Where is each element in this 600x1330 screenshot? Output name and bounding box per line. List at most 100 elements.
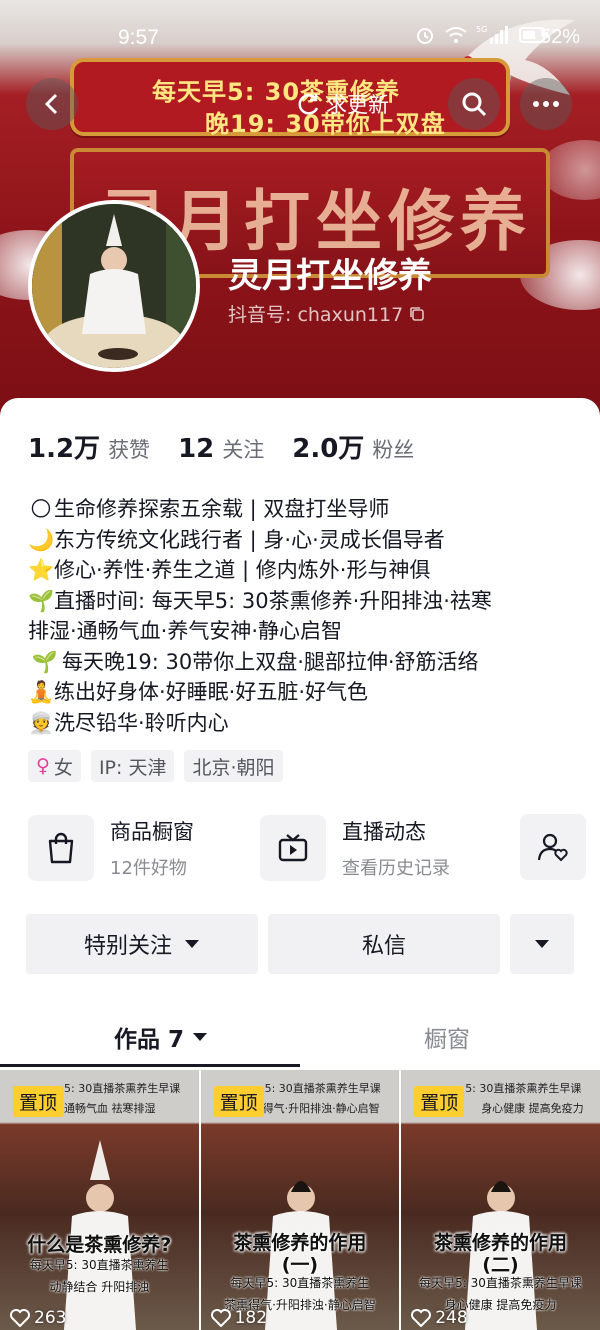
- stat-value: 1.2万: [28, 434, 101, 464]
- chevron-left-icon: [44, 93, 58, 115]
- video-title-part: (二): [482, 1254, 519, 1276]
- video-subtitle: 动静结合 升阳排浊: [49, 1280, 150, 1294]
- video-thumbnail[interactable]: 5: 30直播茶熏养生早课 通畅气血 祛寒排湿 置顶 什么是茶熏修养? 每天早5…: [0, 1070, 199, 1330]
- video-subtitle: 每天早5: 30直播茶熏养生早课: [419, 1276, 582, 1290]
- display-name: 灵月打坐修养: [228, 256, 432, 296]
- stat-value: 12: [178, 434, 215, 464]
- special-follow-label: 特别关注: [83, 934, 172, 959]
- bio-line: 🌕生命修养探索五余载 | 双盘打坐导师: [28, 494, 588, 525]
- search-button[interactable]: [448, 78, 500, 130]
- gender-tag: ♀ 女: [28, 750, 81, 782]
- crescent-moon-icon: 🌙: [28, 527, 55, 552]
- pinned-badge: 置顶: [414, 1086, 465, 1117]
- signal-icon: [490, 26, 509, 44]
- bio-line: 排湿·通畅气血·养气安神·静心启智: [28, 616, 588, 647]
- tv-icon: [260, 815, 326, 881]
- location-tag: 北京·朝阳: [184, 750, 283, 782]
- tab-works-label: 作品 7: [114, 1027, 185, 1053]
- battery-percent: 52%: [540, 26, 581, 48]
- wifi-icon: [445, 27, 467, 43]
- video-title: 什么是茶熏修养?: [27, 1234, 172, 1256]
- copy-icon[interactable]: [409, 306, 425, 322]
- status-bar: 9:57 5G 52%: [0, 0, 600, 70]
- bio-line: 🌙东方传统文化践行者 | 身·心·灵成长倡导者: [28, 525, 588, 556]
- like-count: 248: [411, 1308, 468, 1328]
- like-count: 263: [10, 1308, 66, 1328]
- bio-text: 洗尽铅华·聆听内心: [54, 710, 229, 735]
- pinned-badge: 置顶: [213, 1086, 264, 1117]
- shopping-bag-icon: [28, 815, 94, 881]
- stat-label: 获赞: [108, 438, 151, 462]
- more-button[interactable]: [520, 78, 572, 130]
- full-moon-icon: 🌕: [30, 497, 52, 521]
- stats-row: 1.2万 获赞 12 关注 2.0万 粉丝: [28, 428, 414, 465]
- more-actions-button[interactable]: [510, 914, 574, 974]
- avatar[interactable]: [28, 200, 200, 372]
- like-count-value: 248: [435, 1308, 468, 1328]
- stat-following[interactable]: 12 关注: [178, 434, 264, 464]
- video-thumbnail[interactable]: 5: 30直播茶熏养生早课 身心健康 提高免疫力 置顶 茶熏修养的作用 (二) …: [401, 1070, 600, 1330]
- video-title-part: (一): [281, 1254, 319, 1276]
- female-icon: ♀: [36, 755, 50, 777]
- video-subtitle: 每天早5: 30直播茶熏养生: [230, 1276, 370, 1290]
- bio-line: ⭐修心·养性·养生之道 | 修内炼外·形与神俱: [28, 555, 588, 586]
- active-tab-indicator: [0, 1064, 300, 1067]
- content-tabs: 作品 7 橱窗: [0, 1008, 600, 1068]
- like-count-value: 263: [34, 1308, 67, 1328]
- user-heart-icon: [537, 833, 568, 862]
- account-id-text: 抖音号: chaxun117: [228, 304, 404, 326]
- like-count-value: 182: [234, 1308, 268, 1328]
- bio-text: 修心·养性·养生之道 | 修内炼外·形与神俱: [54, 558, 431, 582]
- special-follow-button[interactable]: 特别关注: [26, 914, 258, 974]
- thumb-top-caption: 5: 30直播茶熏养生早课: [64, 1082, 181, 1095]
- stat-followers[interactable]: 2.0万 粉丝: [292, 428, 414, 465]
- account-id[interactable]: 抖音号: chaxun117: [228, 300, 425, 327]
- bio-text: 练出好身体·好睡眠·好五脏·好气色: [54, 680, 369, 704]
- bio-text: 每天晚19: 30带你上双盘·腿部拉伸·舒筋活络: [62, 649, 479, 674]
- message-label: 私信: [361, 934, 406, 959]
- search-icon: [462, 92, 487, 117]
- heart-icon: [210, 1309, 231, 1327]
- refresh-icon: [298, 94, 319, 115]
- clock: 9:57: [118, 26, 159, 49]
- bio-line: 🌱直播时间: 每天早5: 30茶熏修养·升阳排浊·祛寒: [28, 586, 588, 617]
- triangle-down-icon: [535, 940, 549, 948]
- tab-works[interactable]: 作品 7: [114, 1020, 208, 1054]
- bio-text: 生命修养探索五余载 | 双盘打坐导师: [54, 497, 390, 521]
- bio: 🌕生命修养探索五余载 | 双盘打坐导师 🌙东方传统文化践行者 | 身·心·灵成长…: [28, 494, 588, 738]
- heart-icon: [411, 1309, 432, 1327]
- video-subtitle: 每天早5: 30直播茶熏养生: [29, 1258, 169, 1272]
- network-badge: 5G: [476, 24, 488, 34]
- live-activity-sub: 查看历史记录: [342, 858, 450, 879]
- message-button[interactable]: 私信: [268, 914, 500, 974]
- alarm-icon: [417, 28, 433, 44]
- shop-window-title: 商品橱窗: [110, 820, 194, 844]
- pinned-badge: 置顶: [13, 1086, 64, 1117]
- bio-text: 直播时间: 每天早5: 30茶熏修养·升阳排浊·祛寒: [54, 588, 492, 613]
- bio-line: 🧘练出好身体·好睡眠·好五脏·好气色: [28, 677, 588, 708]
- back-button[interactable]: [26, 78, 78, 130]
- request-update-label: 求更新: [326, 93, 389, 117]
- shop-window-count: 12件好物: [110, 858, 187, 879]
- thumb-top-caption-2: 通畅气血 祛寒排湿: [64, 1102, 156, 1115]
- gender-label: 女: [53, 756, 73, 779]
- shop-window-entry[interactable]: 商品橱窗 12件好物: [28, 814, 194, 882]
- live-activity-entry[interactable]: 直播动态 查看历史记录: [260, 814, 450, 882]
- tab-showcase[interactable]: 橱窗: [424, 1020, 470, 1054]
- profile-tags: ♀ 女 IP: 天津 北京·朝阳: [28, 750, 283, 782]
- bio-line: 👳洗尽铅华·聆听内心: [28, 708, 588, 739]
- stat-label: 粉丝: [372, 438, 415, 462]
- thumb-top-caption-2: 身心健康 提高免疫力: [481, 1102, 584, 1115]
- request-update-button[interactable]: 求更新: [296, 78, 416, 130]
- heart-icon: [10, 1309, 30, 1327]
- friend-heart-button[interactable]: [520, 814, 586, 880]
- triangle-down-icon: [193, 1033, 208, 1041]
- stat-value: 2.0万: [292, 434, 365, 464]
- stat-likes[interactable]: 1.2万 获赞: [28, 428, 150, 465]
- video-thumbnail[interactable]: 5: 30直播茶熏养生早课 茶熏得气·升阳排浊·静心启智 置顶 茶熏修养的作用 …: [200, 1070, 400, 1330]
- avatar-image: [32, 204, 196, 368]
- video-grid: 5: 30直播茶熏养生早课 通畅气血 祛寒排湿 置顶 什么是茶熏修养? 每天早5…: [0, 1070, 600, 1330]
- thumb-top-caption: 5: 30直播茶熏养生早课: [465, 1082, 582, 1095]
- more-dots-icon: [533, 101, 559, 107]
- star-icon: ⭐: [28, 558, 55, 582]
